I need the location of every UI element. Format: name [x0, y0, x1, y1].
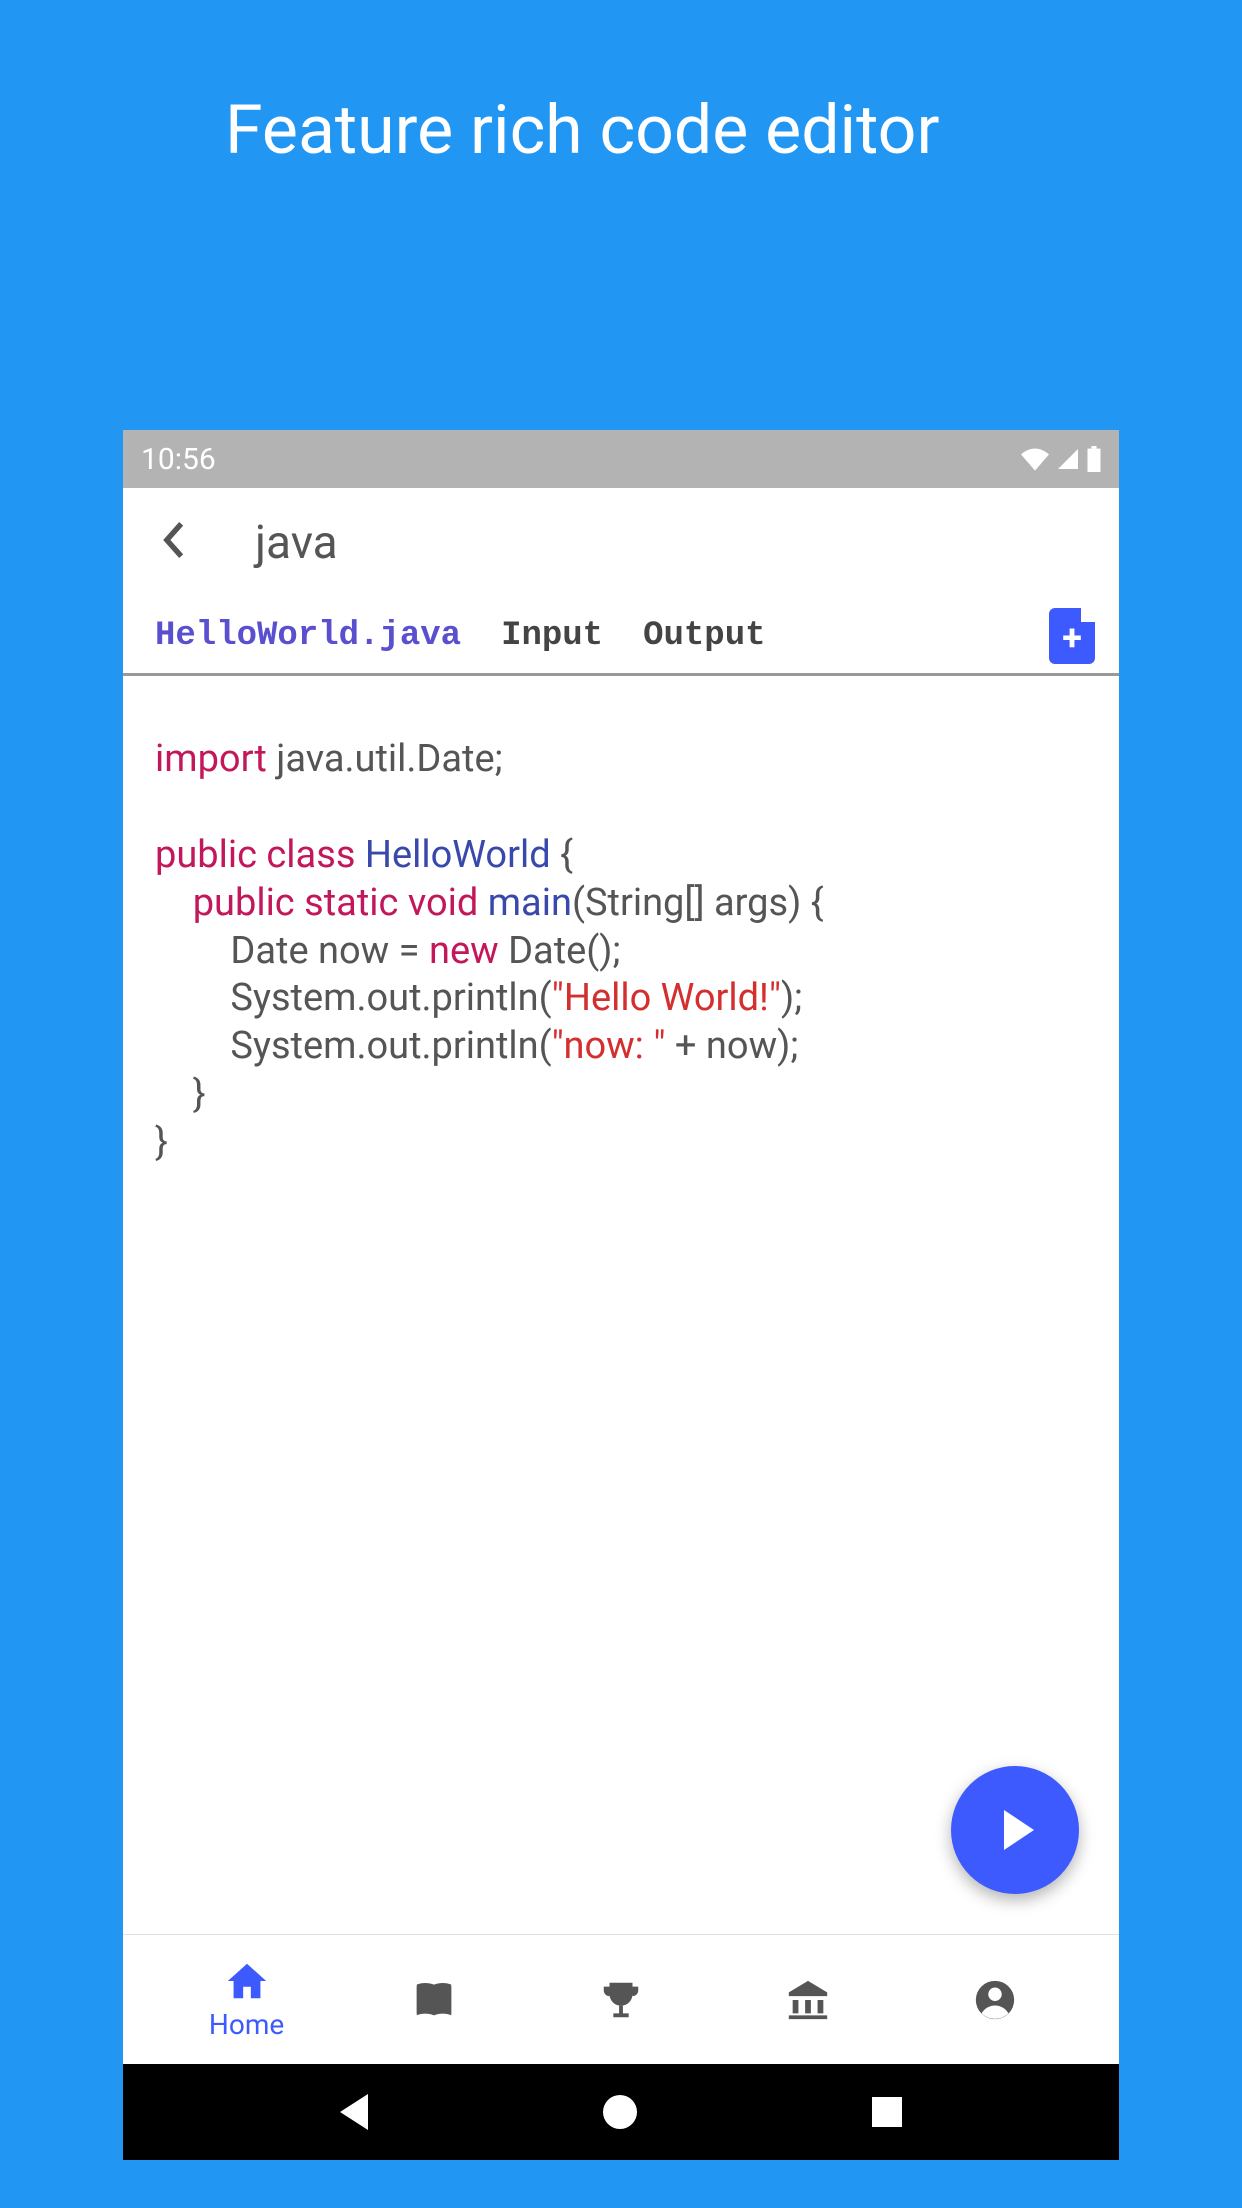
- nav-learn[interactable]: [340, 1977, 527, 2023]
- home-icon: [224, 1958, 270, 2004]
- battery-icon: [1087, 446, 1101, 472]
- nav-profile[interactable]: [902, 1977, 1089, 2023]
- android-back[interactable]: [340, 2094, 368, 2130]
- nav-home-label: Home: [209, 2008, 284, 2041]
- nav-home[interactable]: Home: [153, 1958, 340, 2041]
- page-title: java: [215, 516, 338, 570]
- status-icons: [1021, 446, 1101, 472]
- person-icon: [972, 1977, 1018, 2023]
- signal-icon: [1055, 447, 1081, 471]
- code-line: import java.util.Date;: [155, 736, 1087, 784]
- code-line: System.out.println("Hello World!");: [155, 975, 1087, 1023]
- wifi-icon: [1021, 447, 1049, 471]
- book-icon: [411, 1977, 457, 2023]
- code-editor[interactable]: import java.util.Date; public class Hell…: [123, 676, 1119, 1934]
- android-recents[interactable]: [872, 2097, 902, 2127]
- code-line: }: [155, 1071, 1087, 1119]
- run-button[interactable]: [951, 1766, 1079, 1894]
- code-line: Date now = new Date();: [155, 928, 1087, 976]
- tab-input[interactable]: Input: [501, 617, 603, 655]
- nav-leaderboard[interactable]: [715, 1977, 902, 2023]
- back-button[interactable]: [143, 516, 215, 570]
- android-home[interactable]: [603, 2095, 637, 2129]
- status-bar: 10:56: [123, 430, 1119, 488]
- bottom-nav: Home: [123, 1934, 1119, 2064]
- trophy-icon: [598, 1977, 644, 2023]
- add-file-button[interactable]: [1049, 608, 1095, 664]
- tab-file[interactable]: HelloWorld.java: [155, 617, 461, 655]
- status-time: 10:56: [141, 442, 216, 477]
- tab-row: HelloWorld.java Input Output: [123, 598, 1119, 676]
- code-line: public class HelloWorld {: [155, 832, 1087, 880]
- chevron-left-icon: [163, 522, 185, 558]
- nav-challenges[interactable]: [527, 1977, 714, 2023]
- code-line: public static void main(String[] args) {: [155, 880, 1087, 928]
- phone-frame: 10:56 java HelloWorld.java Input Output …: [123, 430, 1119, 2160]
- bank-icon: [785, 1977, 831, 2023]
- play-icon: [1004, 1810, 1034, 1850]
- tab-output[interactable]: Output: [643, 617, 765, 655]
- app-bar: java: [123, 488, 1119, 598]
- code-line: System.out.println("now: " + now);: [155, 1023, 1087, 1071]
- system-nav: [123, 2064, 1119, 2160]
- code-line: [155, 784, 1087, 832]
- marketing-headline: Feature rich code editor: [0, 0, 1242, 170]
- code-line: }: [155, 1119, 1087, 1167]
